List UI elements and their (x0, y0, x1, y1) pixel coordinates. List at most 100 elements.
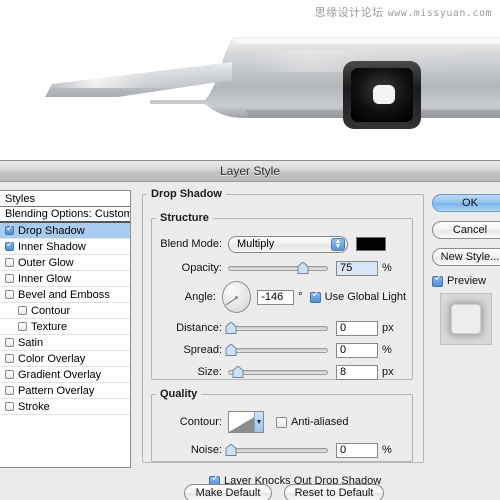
structure-group-title: Structure (160, 212, 209, 224)
reset-to-default-button[interactable]: Reset to Default (284, 484, 384, 500)
check-icon (309, 289, 321, 303)
screenshot-root: 思缘设计论坛 www.missyuan.com Layer Style Styl… (0, 0, 500, 500)
angle-row: Angle: -146 ° Use Global Lig (156, 280, 406, 314)
style-item-label: Contour (31, 304, 71, 317)
anti-aliased-checkbox[interactable]: Anti-aliased (276, 416, 348, 428)
blend-mode-select[interactable]: Multiply ▲ ▼ (228, 235, 348, 253)
preview-label: Preview (447, 275, 487, 287)
distance-label: Distance: (176, 322, 222, 334)
style-item-checkbox-icon[interactable] (5, 274, 14, 283)
blending-options-row[interactable]: Blending Options: Custom (0, 207, 130, 223)
style-item-contour[interactable]: Contour (0, 303, 130, 319)
spread-value: 0 (340, 343, 347, 356)
style-item-satin[interactable]: Satin (0, 335, 130, 351)
blend-mode-row: Blend Mode: Multiply ▲ ▼ (156, 235, 406, 253)
watermark-cn-text: 思缘设计论坛 (314, 6, 384, 19)
ok-button[interactable]: OK (432, 194, 500, 212)
distance-slider[interactable] (225, 322, 328, 334)
style-item-label: Inner Shadow (18, 240, 86, 253)
size-unit: px (382, 366, 394, 378)
style-item-gradient-overlay[interactable]: Gradient Overlay (0, 367, 130, 383)
new-style-button[interactable]: New Style... (432, 248, 500, 266)
viewfinder-button (343, 61, 421, 129)
style-item-stroke[interactable]: Stroke (0, 399, 130, 415)
cancel-label: Cancel (452, 224, 488, 236)
style-item-checkbox-icon[interactable] (5, 223, 14, 235)
noise-unit: % (382, 444, 392, 456)
opacity-slider-knob[interactable] (297, 262, 309, 274)
style-item-color-overlay[interactable]: Color Overlay (0, 351, 130, 367)
spread-row: Spread: 0 % (156, 342, 406, 358)
style-item-inner-glow[interactable]: Inner Glow (0, 271, 130, 287)
style-item-checkbox-icon[interactable] (5, 258, 14, 267)
style-item-label: Inner Glow (18, 272, 72, 285)
style-item-drop-shadow[interactable]: Drop Shadow (0, 223, 130, 239)
noise-row: Noise: 0 % (156, 442, 406, 458)
noise-value: 0 (340, 443, 347, 456)
drop-shadow-group: Drop Shadow Structure Blend Mode: Multip… (142, 188, 424, 487)
style-item-label: Color Overlay (18, 352, 86, 365)
blending-options-label: Blending Options: Custom (5, 208, 131, 220)
noise-label: Noise: (190, 444, 222, 456)
chevron-updown-icon[interactable]: ▲ ▼ (331, 237, 345, 251)
check-icon (432, 273, 443, 287)
preview-shape (451, 304, 481, 334)
layer-style-dialog: Layer Style Styles Blending Options: Cus… (0, 160, 500, 500)
style-item-outer-glow[interactable]: Outer Glow (0, 255, 130, 271)
styles-list-panel[interactable]: Styles Blending Options: Custom Drop Sha… (0, 190, 131, 468)
style-item-checkbox-icon[interactable] (5, 239, 14, 251)
style-item-label: Drop Shadow (18, 224, 85, 237)
blend-mode-label: Blend Mode: (160, 238, 222, 250)
size-slider-knob[interactable] (232, 366, 244, 378)
angle-dial[interactable] (221, 281, 252, 313)
distance-row: Distance: 0 px (156, 320, 406, 336)
contour-preset-picker[interactable]: ▼ (228, 411, 264, 433)
angle-unit: ° (298, 291, 303, 303)
check-icon (276, 416, 287, 428)
noise-slider[interactable] (225, 444, 328, 456)
style-item-checkbox-icon[interactable] (5, 386, 14, 395)
style-item-pattern-overlay[interactable]: Pattern Overlay (0, 383, 130, 399)
watermark-url-text: www.missyuan.com (387, 8, 492, 19)
distance-slider-knob[interactable] (225, 322, 237, 334)
style-item-checkbox-icon[interactable] (5, 338, 14, 347)
spread-slider[interactable] (225, 344, 328, 356)
style-item-label: Outer Glow (18, 256, 74, 269)
size-input[interactable]: 8 (336, 364, 378, 380)
contour-dropdown-arrow-icon[interactable]: ▼ (254, 412, 263, 432)
opacity-slider[interactable] (228, 262, 328, 274)
size-slider[interactable] (228, 366, 328, 378)
style-item-checkbox-icon[interactable] (18, 322, 27, 331)
noise-input[interactable]: 0 (336, 442, 378, 458)
distance-value: 0 (340, 321, 347, 334)
opacity-input[interactable]: 75 (336, 260, 378, 276)
dialog-titlebar[interactable]: Layer Style (0, 161, 500, 182)
style-item-label: Stroke (18, 400, 50, 413)
dialog-body: Styles Blending Options: Custom Drop Sha… (0, 182, 500, 500)
cancel-button[interactable]: Cancel (432, 221, 500, 239)
shadow-color-swatch[interactable] (356, 237, 386, 251)
style-item-inner-shadow[interactable]: Inner Shadow (0, 239, 130, 255)
use-global-light-checkbox[interactable]: Use Global Light (309, 289, 406, 303)
style-item-checkbox-icon[interactable] (5, 402, 14, 411)
style-item-checkbox-icon[interactable] (18, 306, 27, 315)
style-item-texture[interactable]: Texture (0, 319, 130, 335)
style-item-label: Gradient Overlay (18, 368, 102, 381)
spread-input[interactable]: 0 (336, 342, 378, 358)
styles-list-header[interactable]: Styles (0, 191, 130, 207)
quality-group-title: Quality (160, 388, 198, 400)
styles-header-label: Styles (5, 192, 35, 205)
preview-checkbox[interactable]: Preview (432, 273, 500, 287)
style-item-checkbox-icon[interactable] (5, 370, 14, 379)
spread-slider-knob[interactable] (225, 344, 237, 356)
style-item-checkbox-icon[interactable] (5, 290, 14, 299)
style-item-checkbox-icon[interactable] (5, 354, 14, 363)
angle-input[interactable]: -146 (257, 289, 295, 305)
make-default-button[interactable]: Make Default (184, 484, 272, 500)
dialog-title: Layer Style (219, 164, 281, 178)
noise-slider-knob[interactable] (225, 444, 237, 456)
style-item-bevel-and-emboss[interactable]: Bevel and Emboss (0, 287, 130, 303)
distance-input[interactable]: 0 (336, 320, 378, 336)
size-row: Size: 8 px (156, 364, 406, 380)
style-item-label: Satin (18, 336, 44, 349)
